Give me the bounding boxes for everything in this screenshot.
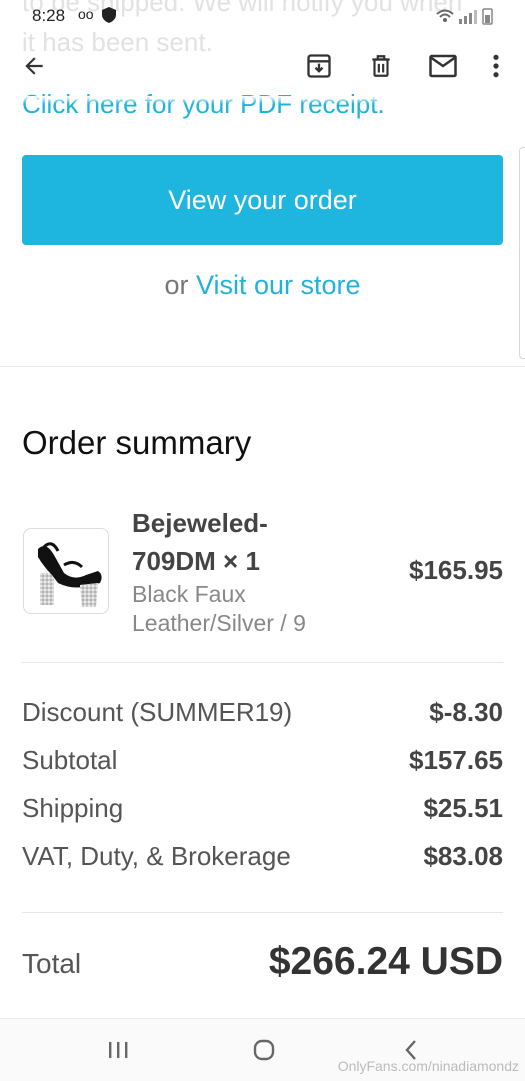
subtotal-row: Subtotal $157.65 [22,745,503,785]
status-time: 8:28 [32,6,66,25]
status-bar: 8:28 oo [0,0,525,34]
total-divider [22,912,503,913]
back-arrow-icon[interactable] [14,46,54,86]
vat-row: VAT, Duty, & Brokerage $83.08 [22,841,503,881]
total-label: Total [22,948,82,979]
subtotal-label: Subtotal [22,745,118,775]
vat-label: VAT, Duty, & Brokerage [22,841,291,871]
view-order-button[interactable]: View your order [22,155,503,245]
store-prefix: or [164,270,189,300]
shipping-value: $25.51 [423,793,503,823]
shipping-label: Shipping [22,793,124,823]
discount-row: Discount (SUMMER19) $-8.30 [22,697,503,737]
vat-value: $83.08 [423,841,503,871]
visit-store-link[interactable]: Visit our store [196,270,361,300]
archive-icon[interactable] [299,46,339,86]
voicemail-icon: oo [78,6,94,22]
more-vert-icon[interactable] [476,46,516,86]
subtotal-value: $157.65 [409,745,503,775]
home-icon[interactable] [244,1033,284,1067]
high-heel-shoe-icon [38,542,102,607]
summary-divider [22,662,503,663]
order-summary-title: Order summary [22,424,252,461]
product-image[interactable] [23,528,109,614]
scrollbar-thumb[interactable] [519,147,525,359]
recent-apps-icon[interactable] [98,1033,138,1067]
watermark: OnlyFans.com/ninadiamondz [337,1058,519,1074]
signal-battery-icons [436,8,493,25]
discount-value: $-8.30 [429,697,503,727]
product-name: Bejeweled-709DM × 1 [132,508,268,576]
shipping-row: Shipping $25.51 [22,793,503,833]
store-line: or Visit our store [0,270,525,301]
product-variant: Black Faux Leather/Silver / 9 [132,581,306,636]
header-shadow [0,96,525,104]
mail-icon[interactable] [423,46,463,86]
section-divider [0,366,525,367]
product-price: $165.95 [409,555,503,585]
discount-label: Discount (SUMMER19) [22,697,293,727]
delete-icon[interactable] [361,46,401,86]
app-bar [0,40,525,96]
total-value: $266.24 USD [268,940,503,983]
shield-icon [102,7,116,23]
